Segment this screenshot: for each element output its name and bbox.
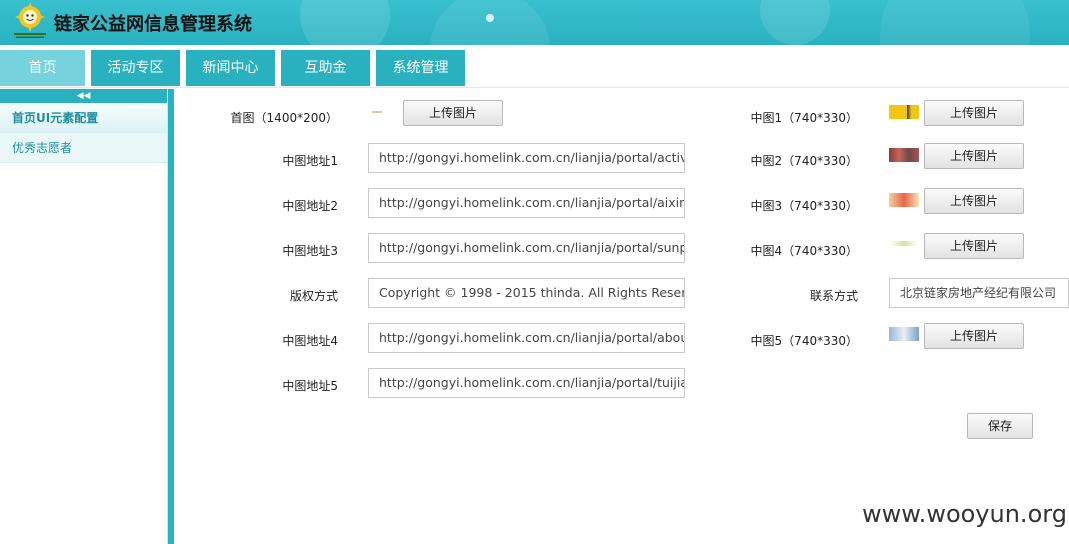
img4-thumbnail bbox=[889, 241, 919, 246]
url3-label: 中图地址3 bbox=[282, 244, 338, 258]
copyright-input[interactable]: Copyright © 1998 - 2015 thinda. All Righ… bbox=[368, 278, 685, 308]
upload-img5-button[interactable]: 上传图片 bbox=[924, 323, 1024, 349]
watermark: www.wooyun.org bbox=[862, 500, 1067, 528]
upload-main-image-button[interactable]: 上传图片 bbox=[403, 100, 503, 126]
main-image-label: 首图（1400*200） bbox=[230, 111, 338, 125]
sidebar-divider bbox=[168, 89, 174, 544]
url3-input[interactable]: http://gongyi.homelink.com.cn/lianjia/po… bbox=[368, 233, 685, 263]
main-image-thumbnail bbox=[372, 111, 382, 113]
url4-input[interactable]: http://gongyi.homelink.com.cn/lianjia/po… bbox=[368, 323, 685, 353]
img1-label: 中图1（740*330） bbox=[750, 111, 858, 125]
copyright-label: 版权方式 bbox=[289, 289, 338, 303]
main-nav: 首页 活动专区 新闻中心 互助金 系统管理 bbox=[0, 45, 1069, 88]
upload-img4-button[interactable]: 上传图片 bbox=[924, 233, 1024, 259]
tab-news[interactable]: 新闻中心 bbox=[186, 50, 275, 86]
contact-label: 联系方式 bbox=[809, 289, 858, 303]
sidebar-item-ui-config[interactable]: 首页UI元素配置 bbox=[0, 103, 167, 133]
sun-logo-icon bbox=[14, 2, 46, 38]
img4-label: 中图4（740*330） bbox=[750, 244, 858, 258]
img3-label: 中图3（740*330） bbox=[750, 199, 858, 213]
url1-input[interactable]: http://gongyi.homelink.com.cn/lianjia/po… bbox=[368, 143, 685, 173]
url5-input[interactable]: http://gongyi.homelink.com.cn/lianjia/po… bbox=[368, 368, 685, 398]
img2-label: 中图2（740*330） bbox=[750, 154, 858, 168]
img5-thumbnail bbox=[889, 327, 919, 341]
img3-thumbnail bbox=[889, 193, 919, 207]
url4-label: 中图地址4 bbox=[282, 334, 338, 348]
url1-label: 中图地址1 bbox=[282, 154, 338, 168]
tab-home[interactable]: 首页 bbox=[0, 50, 85, 86]
tab-mutual-fund[interactable]: 互助金 bbox=[281, 50, 370, 86]
sidebar-menu: ◀◀ 首页UI元素配置 优秀志愿者 bbox=[0, 89, 168, 544]
url2-input[interactable]: http://gongyi.homelink.com.cn/lianjia/po… bbox=[368, 188, 685, 218]
sidebar: ◀◀ 首页UI元素配置 优秀志愿者 bbox=[0, 89, 174, 544]
upload-img3-button[interactable]: 上传图片 bbox=[924, 188, 1024, 214]
app-header: 链家公益网信息管理系统 bbox=[0, 0, 1069, 45]
sidebar-item-volunteers[interactable]: 优秀志愿者 bbox=[0, 133, 167, 163]
url2-label: 中图地址2 bbox=[282, 199, 338, 213]
img1-thumbnail bbox=[889, 105, 919, 119]
collapse-icon[interactable]: ◀◀ bbox=[0, 89, 167, 103]
img5-label: 中图5（740*330） bbox=[750, 334, 858, 348]
url5-label: 中图地址5 bbox=[282, 379, 338, 393]
app-title: 链家公益网信息管理系统 bbox=[54, 14, 252, 35]
save-button[interactable]: 保存 bbox=[967, 413, 1033, 439]
contact-input[interactable]: 北京链家房地产经纪有限公司 bbox=[889, 278, 1069, 308]
tab-activities[interactable]: 活动专区 bbox=[91, 50, 180, 86]
tab-system-management[interactable]: 系统管理 bbox=[376, 50, 465, 86]
img2-thumbnail bbox=[889, 148, 919, 162]
upload-img1-button[interactable]: 上传图片 bbox=[924, 100, 1024, 126]
upload-img2-button[interactable]: 上传图片 bbox=[924, 143, 1024, 169]
